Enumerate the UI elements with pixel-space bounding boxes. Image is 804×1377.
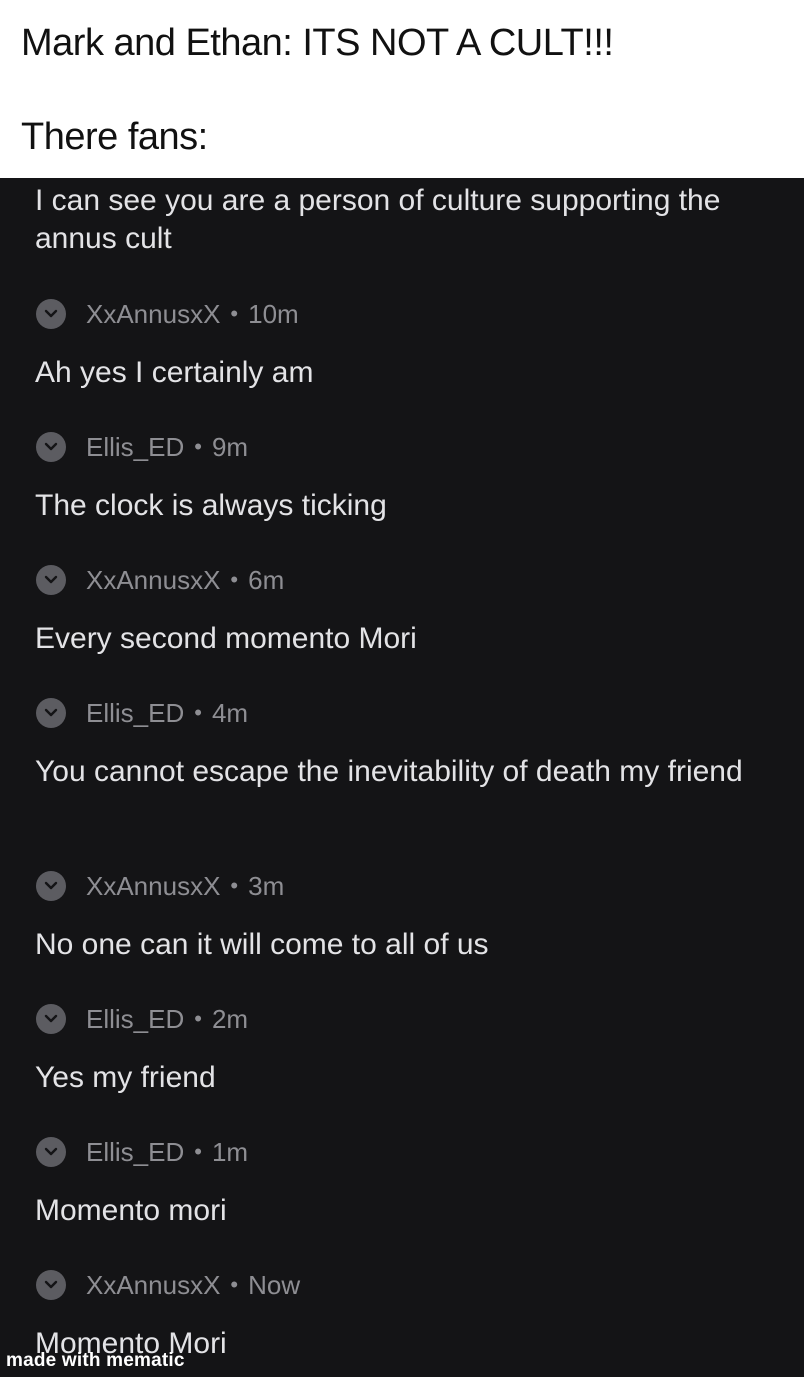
meta-separator: • xyxy=(230,873,239,898)
chevron-down-icon xyxy=(44,708,58,717)
comment-header: XxAnnusxX • Now xyxy=(36,1270,300,1300)
comment-author[interactable]: Ellis_ED xyxy=(86,1004,184,1035)
comment-body: You cannot escape the inevitability of d… xyxy=(35,755,743,788)
caption-line-1: Mark and Ethan: ITS NOT A CULT!!! xyxy=(21,22,614,64)
comment-thread: I can see you are a person of culture su… xyxy=(0,178,804,1377)
comment-author[interactable]: Ellis_ED xyxy=(86,698,184,729)
collapse-button[interactable] xyxy=(36,1004,66,1034)
meta-separator: • xyxy=(194,700,202,725)
comment-time: 6m xyxy=(248,564,285,595)
comment-header: Ellis_ED • 9m xyxy=(36,432,248,462)
comment-author[interactable]: Ellis_ED xyxy=(86,1137,184,1168)
comment-header: Ellis_ED • 4m xyxy=(36,698,248,728)
comment-header: XxAnnusxX • 10m xyxy=(36,299,299,329)
collapse-button[interactable] xyxy=(36,871,66,901)
comment-time: 3m xyxy=(248,870,285,901)
comment-header: XxAnnusxX • 3m xyxy=(36,871,284,901)
meta-separator: • xyxy=(194,1006,202,1031)
comment-body: I can see you are a person of culture su… xyxy=(35,184,721,255)
comment-header: Ellis_ED • 1m xyxy=(36,1137,248,1167)
comment-author[interactable]: Ellis_ED xyxy=(86,432,184,463)
meta-separator: • xyxy=(230,567,239,592)
comment-time: Now xyxy=(248,1269,301,1300)
comment-time: 10m xyxy=(248,298,299,329)
collapse-button[interactable] xyxy=(36,1137,66,1167)
comment-time: 1m xyxy=(211,1136,249,1167)
meme-caption: Mark and Ethan: ITS NOT A CULT!!! There … xyxy=(0,0,804,178)
chevron-down-icon xyxy=(44,309,58,318)
comment-body: The clock is always ticking xyxy=(35,489,387,522)
collapse-button[interactable] xyxy=(36,698,66,728)
comment-body: Yes my friend xyxy=(35,1061,216,1094)
comment-body: Ah yes I certainly am xyxy=(35,356,314,389)
comment-header: Ellis_ED • 2m xyxy=(36,1004,248,1034)
meta-separator: • xyxy=(194,434,202,459)
meta-separator: • xyxy=(194,1139,202,1164)
comment-author[interactable]: XxAnnusxX xyxy=(86,565,220,596)
comment-body: No one can it will come to all of us xyxy=(35,928,489,961)
collapse-button[interactable] xyxy=(36,432,66,462)
chevron-down-icon xyxy=(44,442,58,451)
comment-header: XxAnnusxX • 6m xyxy=(36,565,284,595)
meta-separator: • xyxy=(230,301,239,326)
collapse-button[interactable] xyxy=(36,565,66,595)
caption-line-2: There fans: xyxy=(21,116,208,158)
comment-body: Momento mori xyxy=(35,1194,227,1227)
comment-time: 9m xyxy=(211,431,249,462)
chevron-down-icon xyxy=(44,1147,58,1156)
comment-author[interactable]: XxAnnusxX xyxy=(86,871,220,902)
chevron-down-icon xyxy=(44,881,58,890)
chevron-down-icon xyxy=(44,1280,58,1289)
comment-time: 2m xyxy=(211,1003,249,1034)
chevron-down-icon xyxy=(44,1014,58,1023)
comment-time: 4m xyxy=(211,697,249,728)
collapse-button[interactable] xyxy=(36,299,66,329)
comment-body: Every second momento Mori xyxy=(35,622,417,655)
collapse-button[interactable] xyxy=(36,1270,66,1300)
meta-separator: • xyxy=(230,1272,239,1297)
comment-author[interactable]: XxAnnusxX xyxy=(86,299,220,330)
mematic-watermark: made with mematic xyxy=(6,1350,185,1371)
chevron-down-icon xyxy=(44,575,58,584)
comment-author[interactable]: XxAnnusxX xyxy=(86,1270,220,1301)
